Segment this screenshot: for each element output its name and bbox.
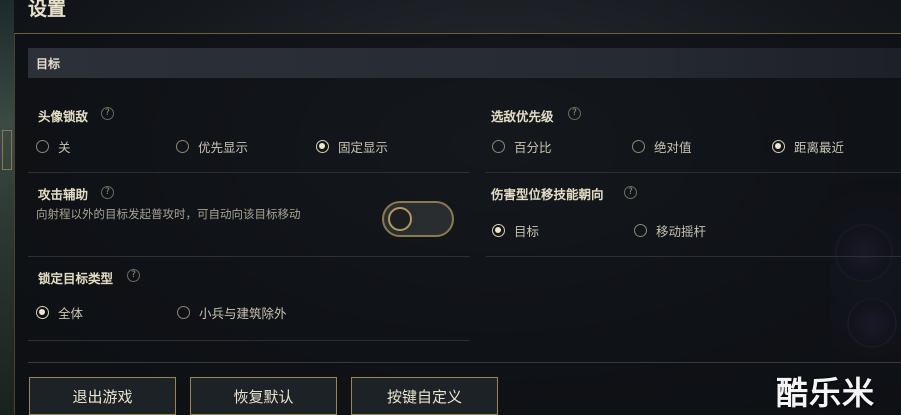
lock-target-option-exclude-minions[interactable]: 小兵与建筑除外 bbox=[177, 304, 287, 321]
radio-icon bbox=[177, 305, 190, 319]
restore-defaults-button[interactable]: 恢复默认 bbox=[190, 377, 337, 415]
enemy-priority-option-absolute[interactable]: 绝对值 bbox=[632, 138, 692, 155]
enemy-priority-label: 选敌优先级 bbox=[491, 109, 554, 124]
attack-assist-help-icon[interactable]: ? bbox=[101, 186, 114, 199]
toggle-knob bbox=[388, 207, 412, 231]
avatar-lock-option-priority[interactable]: 优先显示 bbox=[176, 138, 248, 155]
radio-icon bbox=[492, 139, 505, 153]
displacement-option-target[interactable]: 目标 bbox=[492, 222, 539, 239]
exit-game-button[interactable]: 退出游戏 bbox=[29, 377, 176, 415]
attack-assist-label: 攻击辅助 bbox=[38, 187, 89, 202]
enemy-priority-option-nearest[interactable]: 距离最近 bbox=[772, 138, 844, 155]
avatar-lock-option-off[interactable]: 关 bbox=[36, 138, 71, 155]
displacement-option-joystick[interactable]: 移动摇杆 bbox=[634, 222, 706, 239]
background-left-edge bbox=[0, 0, 14, 415]
attack-assist-toggle[interactable] bbox=[382, 201, 454, 237]
radio-icon bbox=[634, 223, 647, 237]
radio-selected-icon bbox=[772, 139, 785, 153]
radio-selected-icon bbox=[316, 139, 329, 153]
avatar-lock-label: 头像锁敌 bbox=[38, 109, 89, 124]
footer-divider bbox=[28, 362, 901, 363]
displacement-direction-help-icon[interactable]: ? bbox=[624, 186, 637, 199]
divider bbox=[28, 256, 470, 257]
avatar-lock-option-fixed[interactable]: 固定显示 bbox=[316, 138, 388, 155]
key-customize-button[interactable]: 按键自定义 bbox=[351, 377, 498, 415]
radio-selected-icon bbox=[492, 223, 505, 237]
lock-target-type-label: 锁定目标类型 bbox=[38, 271, 114, 286]
divider bbox=[486, 172, 901, 173]
enemy-priority-option-percent[interactable]: 百分比 bbox=[492, 138, 552, 155]
displacement-direction-label: 伤害型位移技能朝向 bbox=[491, 187, 604, 202]
lock-target-option-all[interactable]: 全体 bbox=[36, 304, 83, 321]
watermark-logo: 酷乐米 bbox=[776, 374, 876, 412]
divider bbox=[486, 256, 901, 257]
radio-icon bbox=[36, 139, 49, 153]
section-header: 目标 bbox=[28, 48, 901, 78]
avatar-lock-help-icon[interactable]: ? bbox=[101, 107, 114, 120]
settings-title: 设置 bbox=[28, 0, 67, 20]
enemy-priority-help-icon[interactable]: ? bbox=[568, 107, 581, 120]
divider bbox=[28, 340, 470, 341]
lock-target-type-help-icon[interactable]: ? bbox=[127, 269, 140, 282]
attack-assist-description: 向射程以外的目标发起普攻时，可自动向该目标移动 bbox=[36, 207, 301, 221]
divider bbox=[28, 172, 470, 173]
radio-icon bbox=[632, 139, 645, 153]
side-tab bbox=[2, 130, 12, 170]
section-title: 目标 bbox=[36, 57, 61, 71]
radio-icon bbox=[176, 139, 189, 153]
radio-selected-icon bbox=[36, 305, 49, 319]
settings-panel bbox=[14, 33, 901, 415]
